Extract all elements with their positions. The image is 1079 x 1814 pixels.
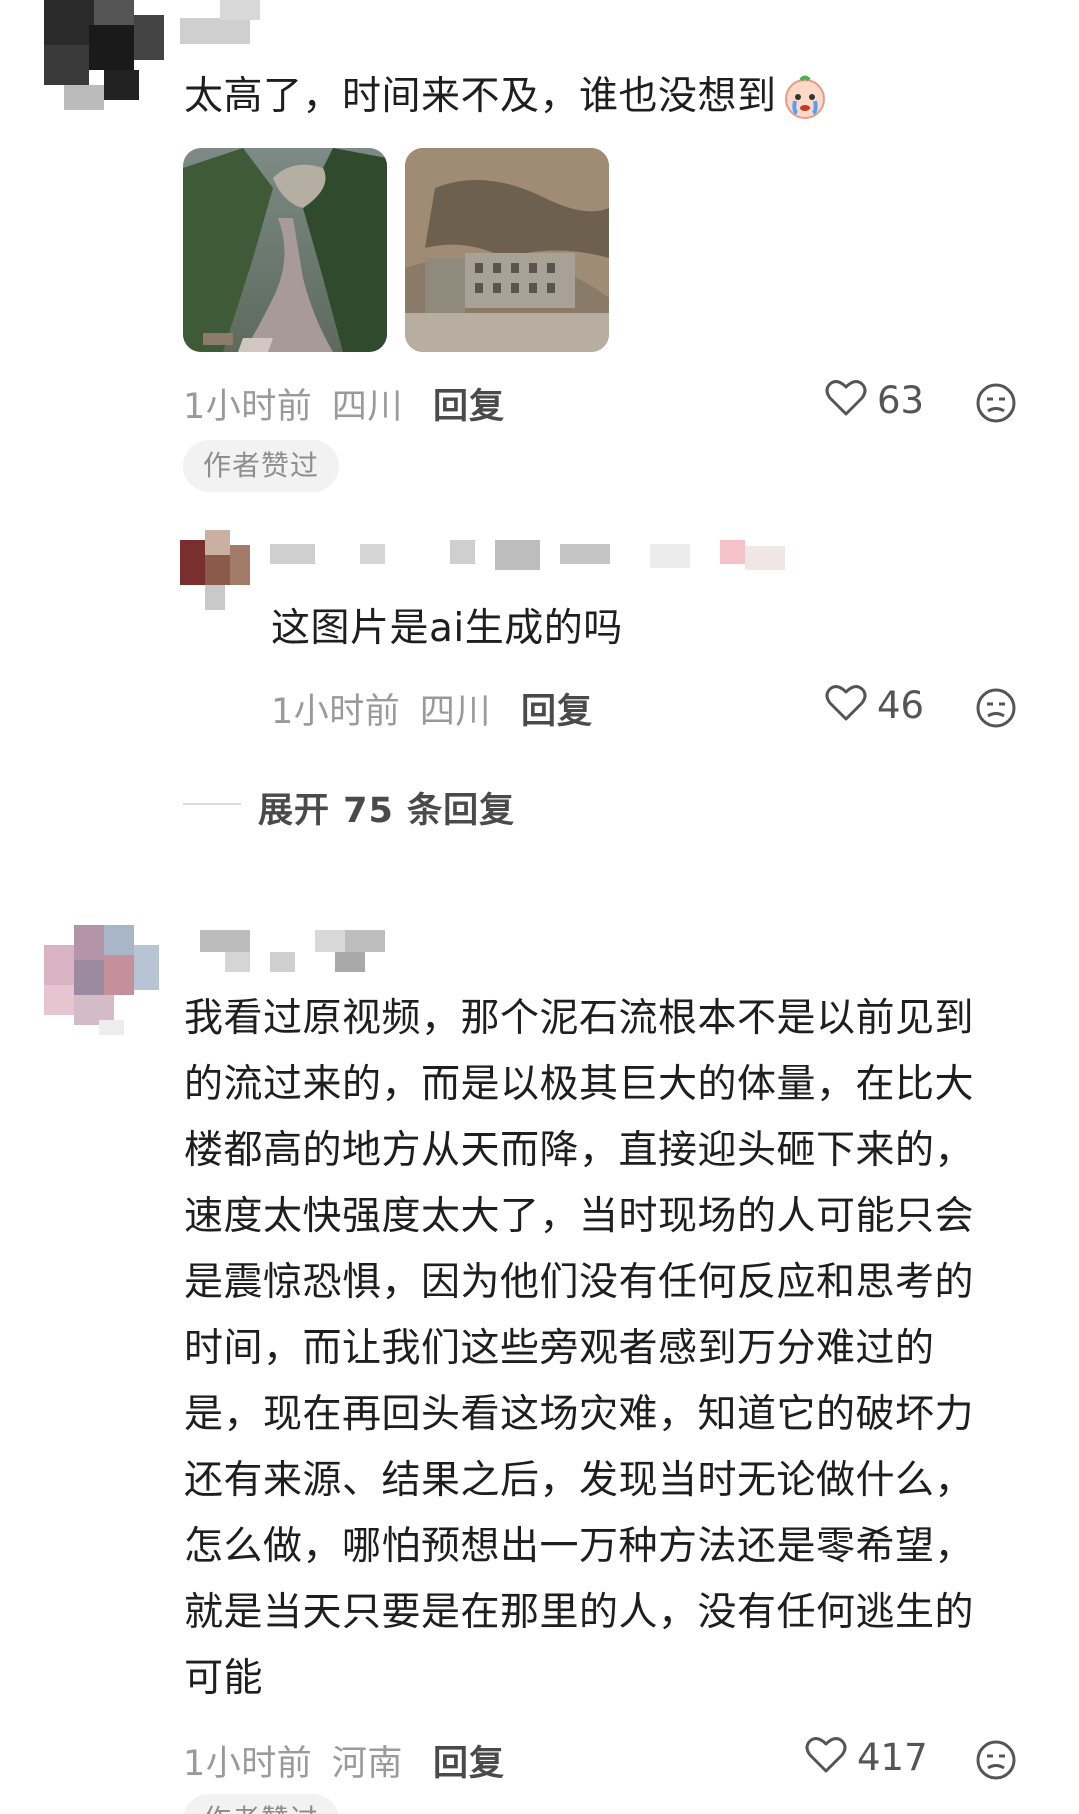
like-count: 46 [877, 683, 925, 727]
comment-meta: 1小时前 河南 [183, 1735, 403, 1786]
dislike-face-icon[interactable] [975, 382, 1017, 428]
text-line: 的流过来的，而是以极其巨大的体量，在比大 [184, 1062, 975, 1107]
avatar[interactable] [180, 530, 250, 610]
author-liked-badge: 作者赞过 [183, 440, 340, 492]
comment-text: 我看过原视频，那个泥石流根本不是以前见到 的流过来的，而是以极其巨大的体量，在比… [184, 986, 1064, 1712]
mudslide-valley-photo[interactable] [183, 148, 387, 352]
reply-button[interactable]: 回复 [521, 683, 593, 734]
dislike-face-icon[interactable] [975, 687, 1017, 733]
comment-time: 1小时前 [183, 1744, 313, 1784]
like-count: 63 [877, 378, 925, 422]
author-liked-badge: 作者赞过 [183, 1794, 340, 1814]
text-line: 时间，而让我们这些旁观者感到万分难过的 [184, 1326, 935, 1371]
username[interactable] [270, 540, 810, 580]
heart-icon [805, 1735, 847, 1779]
text-line: 就是当天只要是在那里的人，没有任何逃生的 [184, 1590, 975, 1635]
mudslide-building-photo[interactable] [405, 148, 609, 352]
username[interactable] [200, 925, 390, 975]
text-line: 我看过原视频，那个泥石流根本不是以前见到 [184, 996, 975, 1041]
comment-time: 1小时前 [183, 387, 313, 427]
reply-button[interactable]: 回复 [433, 1735, 505, 1786]
text-line: 还有来源、结果之后，发现当时无论做什么， [184, 1458, 975, 1503]
reply-time: 1小时前 [271, 692, 401, 732]
text-line: 是震惊恐惧，因为他们没有任何反应和思考的 [184, 1260, 975, 1305]
text-line: 可能 [184, 1656, 264, 1701]
text-line: 楼都高的地方从天而降，直接迎头砸下来的， [184, 1128, 975, 1173]
expand-divider [183, 803, 241, 805]
comment-meta: 1小时前 四川 [183, 378, 403, 429]
text-line: 速度太快强度太大了，当时现场的人可能只会 [184, 1194, 975, 1239]
crying-face-emoji [781, 73, 829, 121]
reply-text: 这图片是ai生成的吗 [271, 606, 623, 651]
text-line: 是，现在再回头看这场灾难，知道它的破坏力 [184, 1392, 975, 1437]
reply-location: 四川 [419, 692, 491, 732]
username[interactable] [180, 0, 270, 44]
heart-icon [825, 683, 867, 727]
reply-meta: 1小时前 四川 [271, 683, 491, 734]
reply-button[interactable]: 回复 [433, 378, 505, 429]
avatar[interactable] [44, 925, 159, 1035]
like-button[interactable]: 63 [825, 378, 924, 422]
avatar[interactable] [44, 0, 164, 115]
comment-location: 河南 [331, 1744, 403, 1784]
comment-text: 太高了，时间来不及，谁也没想到 [184, 64, 829, 130]
comment-location: 四川 [331, 387, 403, 427]
dislike-face-icon[interactable] [975, 1739, 1017, 1785]
like-count: 417 [857, 1735, 928, 1779]
text-line: 怎么做，哪怕预想出一万种方法还是零希望， [184, 1524, 975, 1569]
heart-icon [825, 378, 867, 422]
like-button[interactable]: 417 [805, 1735, 928, 1779]
like-button[interactable]: 46 [825, 683, 924, 727]
expand-replies-button[interactable]: 展开 75 条回复 [258, 782, 515, 833]
